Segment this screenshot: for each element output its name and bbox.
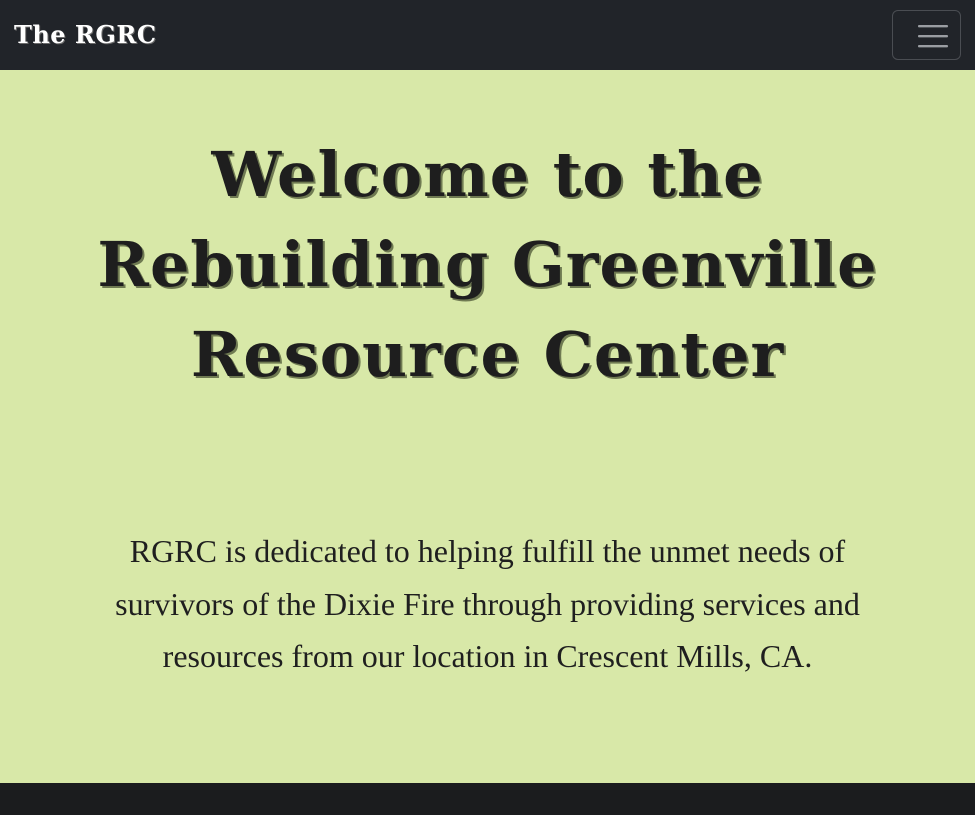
page-title: Welcome to the Rebuilding Greenville Res…	[0, 130, 975, 400]
mission-line-1: RGRC is dedicated to helping fulfill the…	[129, 533, 846, 569]
top-navbar: The RGRC	[0, 0, 975, 70]
footer-band	[0, 783, 975, 815]
mission-line-2: survivors of the Dixie Fire through prov…	[115, 585, 860, 622]
brand-link[interactable]: The RGRC	[14, 18, 156, 52]
navbar-toggle-button[interactable]	[892, 10, 961, 60]
hamburger-menu-icon	[918, 25, 948, 48]
mission-line-3: resources from our location in Crescent …	[162, 638, 813, 674]
title-line-3: Resource Center	[190, 318, 785, 391]
title-line-1: Welcome to the	[211, 138, 764, 211]
hero-section: Welcome to the Rebuilding Greenville Res…	[0, 70, 975, 783]
mission-statement: RGRC is dedicated to helping fulfill the…	[40, 525, 935, 683]
title-line-2: Rebuilding Greenville	[97, 228, 878, 301]
